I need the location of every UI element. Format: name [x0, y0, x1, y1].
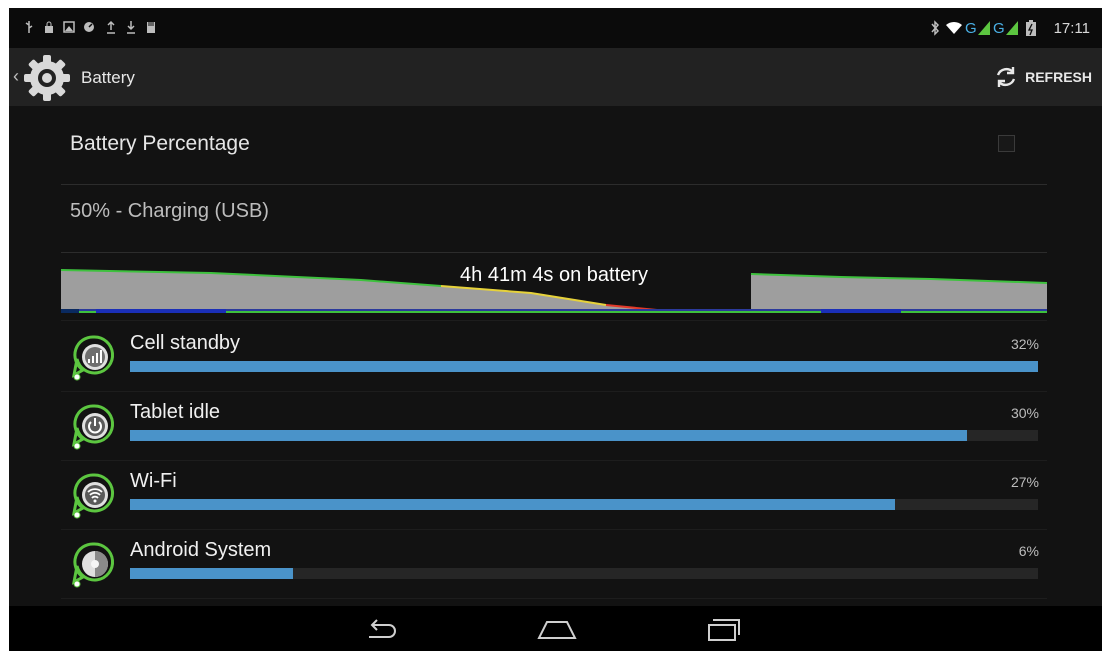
battery-graph-label: 4h 41m 4s on battery [460, 264, 648, 286]
usage-bar-track [130, 568, 1038, 579]
refresh-button[interactable]: REFRESH [993, 62, 1092, 92]
image-icon [63, 21, 75, 33]
app-icon [84, 22, 94, 32]
wifi-icon [946, 21, 962, 34]
usage-bar-track [130, 361, 1038, 372]
device-screen: G G 17:11 ‹ Battery REFRESH Battery Perc… [9, 8, 1102, 651]
power-icon [71, 404, 114, 450]
divider [61, 598, 1047, 599]
battery-percentage-label: Battery Percentage [70, 132, 250, 155]
usage-item-android-system[interactable]: Android System 6% [61, 531, 1047, 599]
android-system-icon [71, 542, 114, 588]
signal-g-icon [1006, 21, 1018, 35]
usage-bar-track [130, 430, 1038, 441]
download-icon [127, 21, 135, 34]
wifi-icon [71, 473, 114, 519]
usage-item-percent: 6% [1018, 543, 1039, 559]
status-bar: G G 17:11 [9, 8, 1102, 48]
refresh-icon [996, 67, 1016, 87]
usage-item-percent: 32% [1010, 336, 1039, 352]
divider [61, 529, 1047, 530]
battery-charging-icon [1026, 20, 1036, 36]
battery-percentage-checkbox[interactable] [998, 135, 1015, 152]
usage-item-name: Cell standby [130, 332, 241, 354]
usage-bar-fill [130, 430, 968, 441]
battery-content: Battery Percentage 50% - Charging (USB) … [9, 106, 1102, 606]
usage-bar-track [130, 499, 1038, 510]
signal-bars-icon [71, 335, 114, 381]
divider [61, 460, 1047, 461]
usage-item-cell-standby[interactable]: Cell standby 32% [61, 324, 1047, 392]
divider [61, 391, 1047, 392]
usage-item-percent: 27% [1010, 474, 1039, 490]
usage-item-name: Android System [130, 539, 272, 561]
refresh-label: REFRESH [1025, 69, 1092, 85]
battery-status-label: 50% - Charging (USB) [70, 200, 269, 222]
home-icon[interactable] [535, 614, 579, 644]
divider [61, 184, 1047, 185]
network-type-label: G [993, 20, 1005, 37]
usage-item-percent: 30% [1010, 405, 1039, 421]
usage-item-tablet-idle[interactable]: Tablet idle 30% [61, 393, 1047, 461]
up-chevron-icon[interactable]: ‹ [13, 66, 19, 87]
settings-gear-icon[interactable] [23, 54, 71, 102]
recent-apps-icon[interactable] [701, 614, 745, 644]
usage-bar-fill [130, 499, 896, 510]
usage-item-name: Wi-Fi [130, 470, 177, 492]
battery-history-graph[interactable]: 4h 41m 4s on battery [60, 253, 1048, 313]
storage-icon [147, 22, 155, 33]
signal-g-icon [978, 21, 990, 35]
network-type-label: G [965, 20, 977, 37]
status-time: 17:11 [1053, 20, 1090, 37]
page-title: Battery [81, 68, 135, 87]
back-icon[interactable] [361, 614, 405, 644]
usb-icon [25, 21, 33, 33]
lock-icon [45, 21, 53, 33]
action-bar: ‹ Battery REFRESH [9, 48, 1102, 106]
usage-bar-fill [130, 568, 294, 579]
upload-icon [107, 20, 115, 34]
navigation-bar [9, 606, 1102, 651]
usage-item-name: Tablet idle [130, 401, 221, 423]
usage-bar-fill [130, 361, 1038, 372]
usage-item-wifi[interactable]: Wi-Fi 27% [61, 462, 1047, 530]
bluetooth-icon [931, 20, 940, 36]
divider [61, 320, 1047, 321]
